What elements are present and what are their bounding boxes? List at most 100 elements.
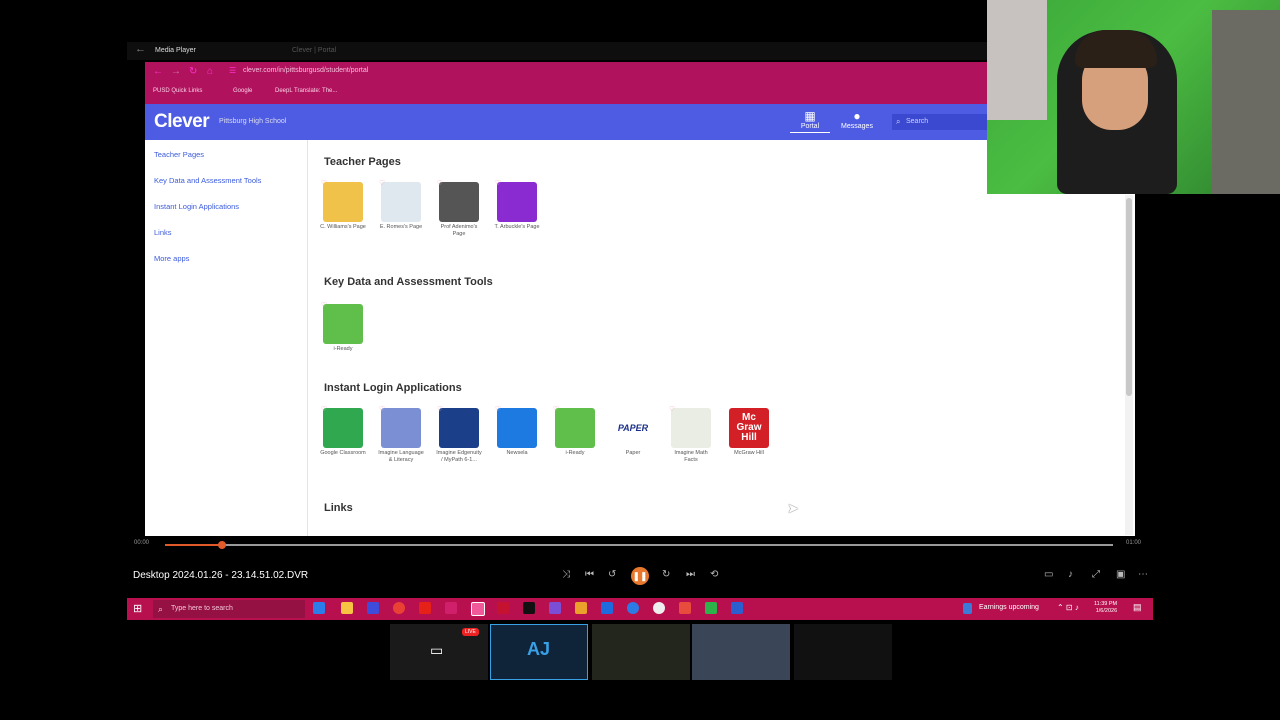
favorite-heart-icon[interactable]: ♡: [436, 406, 444, 414]
app-icon[interactable]: [497, 602, 509, 614]
app-tile[interactable]: ♡ Newsela: [494, 406, 540, 457]
app-icon[interactable]: [549, 602, 561, 614]
app-icon[interactable]: [601, 602, 613, 614]
earnings-widget[interactable]: Earnings upcoming: [979, 604, 1039, 611]
sidebar-item-more-apps[interactable]: More apps: [154, 254, 189, 263]
taskbar-clock[interactable]: 11:39 PM 1/6/2026: [1094, 601, 1117, 615]
app-tile[interactable]: PAPER Paper: [610, 408, 656, 457]
pause-button[interactable]: ❚❚: [631, 567, 649, 585]
back-icon[interactable]: ←: [153, 66, 163, 77]
sidebar-item-links[interactable]: Links: [154, 228, 172, 237]
tiktok-icon[interactable]: [523, 602, 535, 614]
background-shelf: [1212, 10, 1280, 194]
youtube-icon[interactable]: [419, 602, 431, 614]
forward-icon[interactable]: ↻: [662, 569, 670, 580]
app-tile[interactable]: ♡ i-Ready: [320, 302, 366, 353]
grid-icon: ▦: [804, 109, 816, 123]
search-placeholder: Search: [906, 118, 929, 125]
address-bar[interactable]: clever.com/in/pittsburgusd/student/porta…: [243, 67, 368, 74]
favorite-heart-icon[interactable]: ♡: [378, 180, 386, 188]
search-input[interactable]: ⌕ Search: [892, 114, 992, 130]
app-tile[interactable]: ♡ Imagine Math Facts: [668, 406, 714, 464]
sidebar-item-teacher-pages[interactable]: Teacher Pages: [154, 150, 204, 159]
app-icon[interactable]: [341, 602, 353, 614]
file-explorer-icon[interactable]: [575, 602, 587, 614]
favorite-heart-icon[interactable]: ♡: [494, 406, 502, 414]
sidebar-item-key-data[interactable]: Key Data and Assessment Tools: [154, 176, 261, 185]
bookmark-pusd[interactable]: PUSD Quick Links: [153, 88, 202, 94]
favorite-heart-icon[interactable]: ♡: [552, 406, 560, 414]
stream-thumbnail[interactable]: [794, 624, 892, 680]
stream-thumbnail[interactable]: [692, 624, 790, 680]
seek-handle[interactable]: [217, 541, 226, 549]
bookmark-deepl[interactable]: DeepL Translate: The...: [275, 88, 337, 94]
forward-icon[interactable]: →: [171, 66, 181, 77]
captions-icon[interactable]: ▭: [1044, 569, 1053, 580]
favorite-heart-icon[interactable]: ♡: [320, 180, 328, 188]
fullscreen-icon[interactable]: ⤢: [1092, 569, 1100, 580]
school-name: Pittsburg High School: [219, 118, 287, 125]
background-poster: [987, 0, 1047, 120]
tray-icons[interactable]: ⌃ ⊡ ♪: [1057, 603, 1079, 612]
task-view-icon[interactable]: [313, 602, 325, 614]
edgenuity-icon: ♡: [436, 406, 479, 448]
portal-button[interactable]: ▦ Portal: [790, 110, 830, 133]
back-arrow-icon[interactable]: ←: [135, 43, 146, 55]
volume-icon[interactable]: ♪: [1068, 569, 1073, 580]
favorite-heart-icon[interactable]: ♡: [494, 180, 502, 188]
favorite-heart-icon[interactable]: ♡: [320, 302, 328, 310]
seek-bar[interactable]: [185, 544, 1113, 546]
webcam-overlay: [987, 0, 1280, 194]
bookmark-google[interactable]: Google: [233, 88, 252, 94]
rewind-icon[interactable]: ↺: [608, 569, 616, 580]
windows-start-icon[interactable]: ⊞: [133, 602, 142, 615]
repeat-icon[interactable]: ⟲: [710, 569, 718, 580]
app-label: Imagine Math Facts: [674, 450, 708, 463]
app-tile[interactable]: Mc Graw Hill McGraw Hill: [726, 408, 772, 457]
app-tile[interactable]: ♡ C. Williams's Page: [320, 180, 366, 231]
scrollbar-thumb[interactable]: [1126, 198, 1132, 396]
word-icon[interactable]: [731, 602, 743, 614]
tab-clever-portal[interactable]: Clever | Portal: [292, 44, 402, 58]
edge-icon[interactable]: [627, 602, 639, 614]
chrome-icon[interactable]: [393, 602, 405, 614]
app-icon[interactable]: [679, 602, 691, 614]
app-tile[interactable]: ♡ Imagine Language & Literacy: [378, 406, 424, 464]
app-icon[interactable]: [367, 602, 379, 614]
paper-logo-icon: PAPER: [613, 408, 653, 448]
next-icon[interactable]: ⏭: [686, 569, 695, 580]
reload-icon[interactable]: ↻: [189, 66, 197, 77]
app-icon[interactable]: [653, 602, 665, 614]
app-label: i-Ready: [565, 450, 585, 456]
app-label: Imagine Language & Literacy: [378, 450, 424, 463]
app-tile[interactable]: ♡ T. Arbuckle's Page: [494, 180, 540, 231]
app-tile[interactable]: ♡ E. Romes's Page: [378, 180, 424, 231]
xbox-icon[interactable]: [705, 602, 717, 614]
favorite-heart-icon[interactable]: ♡: [436, 180, 444, 188]
app-tile[interactable]: ♡ Google Classroom: [320, 406, 366, 457]
favorite-heart-icon[interactable]: ♡: [378, 406, 386, 414]
more-options-icon[interactable]: ⋯: [1138, 569, 1148, 580]
tab-media-player[interactable]: Media Player: [155, 44, 275, 58]
media-player-icon[interactable]: [471, 602, 485, 616]
app-icon[interactable]: [445, 602, 457, 614]
app-tile[interactable]: ♡ i-Ready: [552, 406, 598, 457]
shuffle-icon[interactable]: ⤨: [562, 569, 570, 580]
home-icon[interactable]: ⌂: [207, 66, 213, 77]
section-title-teacher-pages: Teacher Pages: [324, 156, 401, 168]
stream-thumbnail-active[interactable]: AJ: [490, 624, 588, 680]
taskbar-search-input[interactable]: ⌕ Type here to search: [153, 600, 305, 618]
miniplayer-icon[interactable]: ▣: [1116, 569, 1125, 580]
sidebar-item-instant-login[interactable]: Instant Login Applications: [154, 202, 239, 211]
favorite-heart-icon[interactable]: ♡: [320, 406, 328, 414]
notification-icon[interactable]: ▤: [1133, 602, 1142, 613]
app-tile[interactable]: ♡ Prof Adenimo's Page: [436, 180, 482, 238]
messages-button[interactable]: ● Messages: [837, 110, 877, 131]
file-title: Desktop 2024.01.26 - 23.14.51.02.DVR: [133, 570, 309, 581]
stream-thumbnail[interactable]: ▭ LIVE: [390, 624, 488, 680]
stream-thumbnail[interactable]: [592, 624, 690, 680]
favorite-heart-icon[interactable]: ♡: [668, 406, 676, 414]
clever-logo[interactable]: Clever: [154, 111, 210, 133]
previous-icon[interactable]: ⏮: [585, 569, 594, 580]
app-tile[interactable]: ♡ Imagine Edgenuity / MyPath 6-1...: [436, 406, 482, 464]
